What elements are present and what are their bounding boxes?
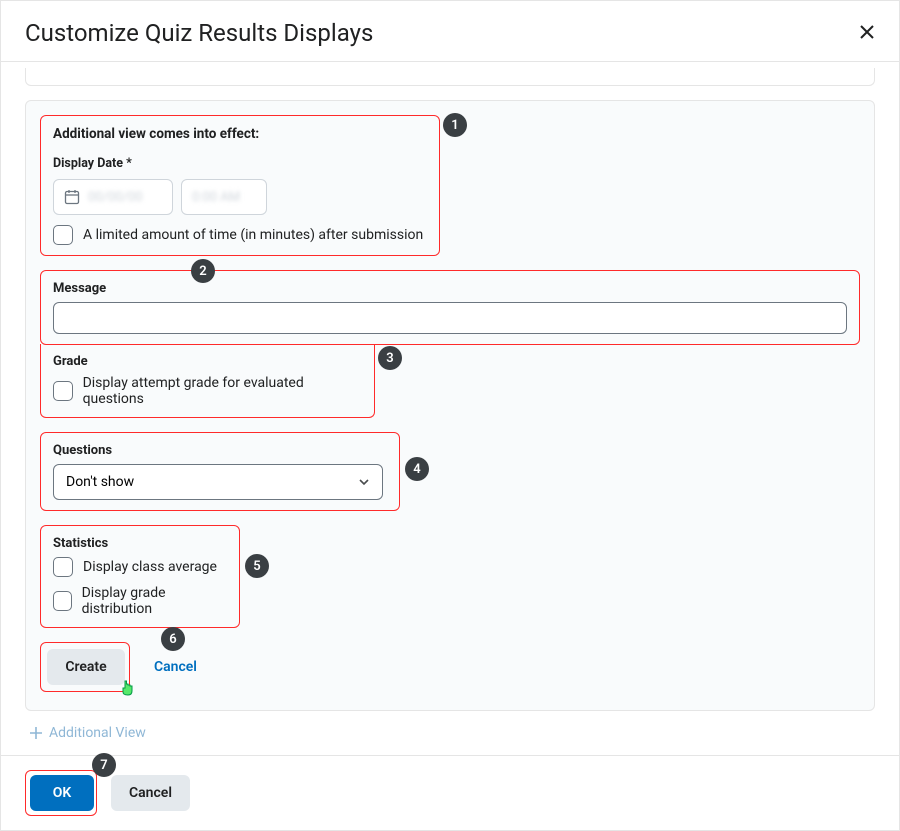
questions-heading: Questions bbox=[53, 443, 387, 458]
display-date-label: Display Date * bbox=[53, 156, 132, 171]
create-button[interactable]: Create bbox=[47, 649, 125, 685]
limited-time-label: A limited amount of time (in minutes) af… bbox=[83, 227, 423, 243]
display-attempt-grade-label: Display attempt grade for evaluated ques… bbox=[83, 375, 362, 407]
display-class-average-label: Display class average bbox=[83, 559, 217, 575]
questions-section: 4 Questions Don't show bbox=[40, 432, 400, 511]
dialog-content: 1 Additional view comes into effect: Dis… bbox=[1, 68, 899, 830]
message-heading: Message bbox=[53, 281, 847, 296]
time-value-placeholder: 0:00 AM bbox=[192, 190, 240, 205]
grade-section: 3 Grade Display attempt grade for evalua… bbox=[40, 344, 375, 418]
questions-select[interactable]: Don't show bbox=[53, 464, 383, 500]
annotation-badge-5: 5 bbox=[245, 554, 269, 578]
display-attempt-grade-checkbox[interactable] bbox=[53, 381, 73, 401]
display-date-input[interactable]: 00/00/00 bbox=[53, 179, 173, 215]
annotation-badge-4: 4 bbox=[405, 457, 429, 481]
annotation-badge-2: 2 bbox=[191, 259, 215, 283]
annotation-badge-3: 3 bbox=[378, 346, 402, 370]
section-heading: Additional view comes into effect: bbox=[53, 126, 427, 142]
annotation-badge-6: 6 bbox=[161, 627, 185, 651]
ok-section: 7 OK bbox=[25, 770, 97, 816]
statistics-section: 5 Statistics Display class average Displ… bbox=[40, 525, 240, 628]
display-date-section: 1 Additional view comes into effect: Dis… bbox=[40, 115, 440, 256]
additional-view-label: Additional View bbox=[49, 725, 146, 741]
statistics-heading: Statistics bbox=[53, 536, 227, 551]
dialog-header: Customize Quiz Results Displays bbox=[1, 1, 899, 61]
additional-view-link[interactable]: Additional View bbox=[29, 725, 875, 741]
additional-view-panel: 1 Additional view comes into effect: Dis… bbox=[25, 100, 875, 711]
chevron-down-icon bbox=[358, 476, 370, 488]
annotation-badge-7: 7 bbox=[92, 753, 116, 777]
previous-panel-edge bbox=[25, 68, 875, 86]
date-value-placeholder: 00/00/00 bbox=[88, 190, 143, 205]
grade-heading: Grade bbox=[53, 354, 362, 369]
message-input[interactable] bbox=[53, 302, 847, 334]
display-class-average-checkbox[interactable] bbox=[53, 557, 73, 577]
message-section: 2 Message bbox=[40, 270, 860, 345]
display-time-input[interactable]: 0:00 AM bbox=[181, 179, 267, 215]
display-grade-distribution-label: Display grade distribution bbox=[82, 585, 227, 617]
calendar-icon bbox=[64, 189, 80, 205]
close-icon[interactable] bbox=[859, 23, 875, 43]
create-section: 6 Create bbox=[40, 642, 130, 692]
dialog: Customize Quiz Results Displays 1 Additi… bbox=[0, 0, 900, 831]
footer-cancel-button[interactable]: Cancel bbox=[111, 775, 190, 811]
cancel-link[interactable]: Cancel bbox=[154, 659, 197, 675]
annotation-badge-1: 1 bbox=[443, 113, 467, 137]
cursor-pointer-icon bbox=[119, 679, 137, 697]
questions-select-value: Don't show bbox=[66, 474, 134, 490]
dialog-title: Customize Quiz Results Displays bbox=[25, 19, 373, 47]
ok-button[interactable]: OK bbox=[30, 775, 94, 811]
display-grade-distribution-checkbox[interactable] bbox=[53, 591, 72, 611]
limited-time-checkbox[interactable] bbox=[53, 225, 73, 245]
